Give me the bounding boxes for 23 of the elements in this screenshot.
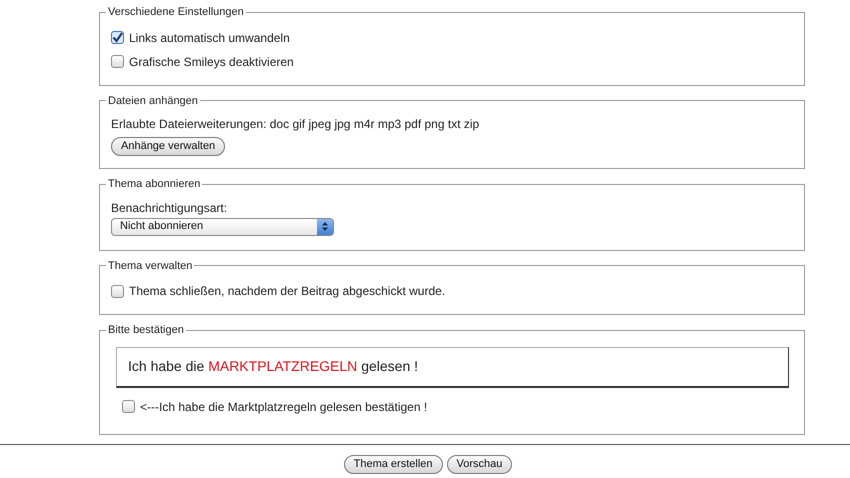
checkbox[interactable] bbox=[111, 55, 124, 68]
group-legend: Bitte bestätigen bbox=[106, 322, 186, 338]
group-legend: Thema abonnieren bbox=[106, 176, 202, 192]
rules-link[interactable]: MARKTPLATZREGELN bbox=[208, 358, 358, 374]
rules-notice: Ich habe die MARKTPLATZREGELN gelesen ! bbox=[116, 346, 789, 388]
checkbox-label: Links automatisch umwandeln bbox=[129, 30, 290, 46]
checkbox-label: Thema schließen, nachdem der Beitrag abgeschickt wurde. bbox=[129, 283, 446, 300]
preview-button[interactable]: Vorschau bbox=[446, 454, 512, 474]
checkmark-icon bbox=[112, 32, 123, 43]
checkbox[interactable] bbox=[111, 284, 124, 298]
notification-label: Benachrichtigungsart: bbox=[111, 200, 228, 216]
manage-attachments-button[interactable]: Anhänge verwalten bbox=[111, 137, 226, 156]
checkbox[interactable] bbox=[122, 400, 135, 413]
allowed-extensions-text: Erlaubte Dateierweiterungen: doc gif jpeg jpg m4r mp3 pdf png txt zip bbox=[111, 116, 480, 133]
group-legend: Dateien anhängen bbox=[106, 92, 200, 109]
group-legend: Thema verwalten bbox=[106, 258, 194, 274]
create-topic-button[interactable]: Thema erstellen bbox=[344, 454, 442, 474]
checkbox-label: <---Ich habe die Marktplatzregeln gelesen bestätigen ! bbox=[140, 398, 428, 416]
group-legend: Verschiedene Einstellungen bbox=[106, 4, 246, 20]
checkbox-label: Grafische Smileys deaktivieren bbox=[129, 54, 294, 70]
stepper-icon bbox=[317, 218, 333, 234]
checkbox[interactable] bbox=[111, 31, 124, 44]
notification-select[interactable]: Nicht abonnieren bbox=[111, 218, 334, 236]
